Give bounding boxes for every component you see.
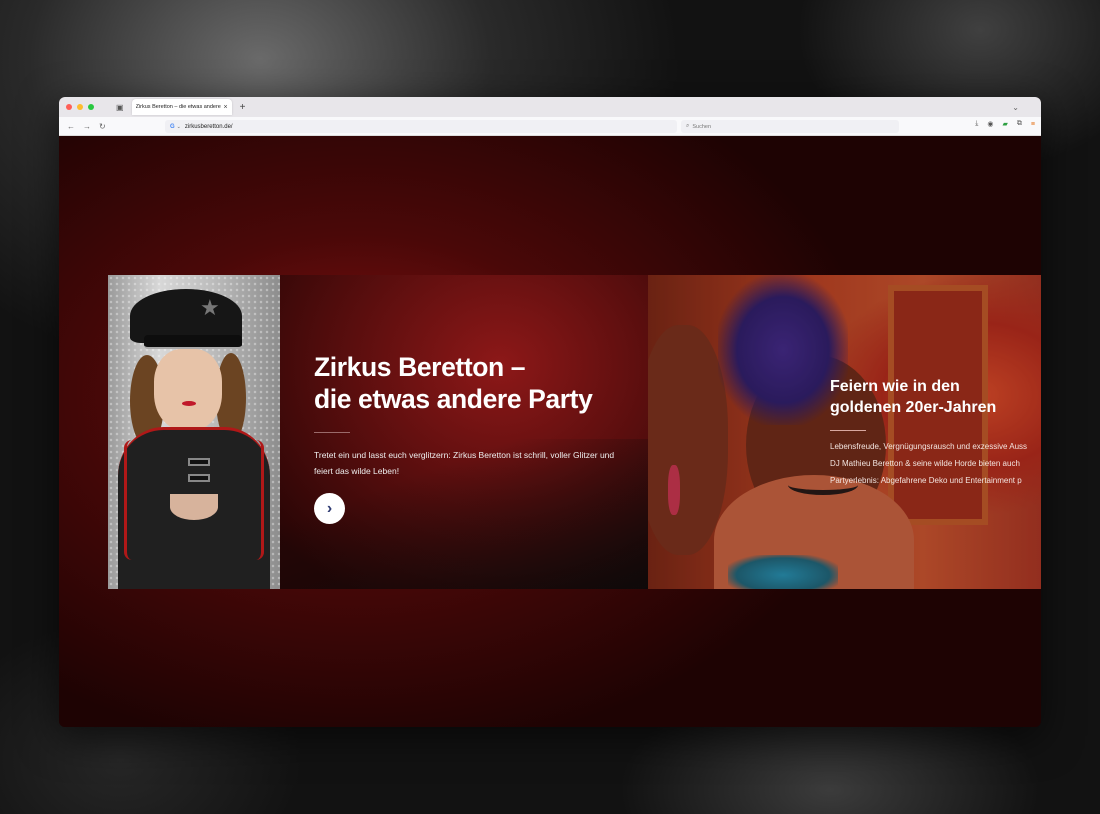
tab-bar: ▣ Zirkus Beretton – die etwas andere × +… [59,97,1041,117]
forward-icon[interactable]: → [83,122,91,131]
feature-description: Lebensfreude, Vergnügungsrausch und exze… [830,438,1041,489]
chest-cutout [170,494,218,520]
sidebar-icon[interactable]: ▣ [116,103,124,112]
hero-title-line1: Zirkus Beretton – [314,352,526,382]
feature-text-line2: DJ Mathieu Beretton & seine wilde Horde … [830,459,1020,468]
browser-window: ▣ Zirkus Beretton – die etwas andere × +… [59,97,1041,727]
hat-band [144,335,242,349]
menu-icon[interactable]: ≡ [1031,121,1035,128]
hero-text-panel: Zirkus Beretton – die etwas andere Party… [280,275,648,589]
feature-title: Feiern wie in den goldenen 20er-Jahren [830,376,1040,418]
toolbar-icons: ⤓ ◉ ▰ ⧉ ≡ [975,120,1035,128]
lips [182,401,196,406]
minimize-window-button[interactable] [77,104,83,110]
hero-slider: ★ Zirkus Beretton – die etwas andere Par… [108,275,1041,589]
buckle [188,474,210,482]
feature-text-line3: Partyerlebnis: Abgefahrene Deko und Ente… [830,476,1022,485]
new-tab-button[interactable]: + [240,102,246,113]
maximize-window-button[interactable] [88,104,94,110]
trim-right [224,440,264,560]
hero-next-button[interactable]: › [314,493,345,524]
download-icon[interactable]: ⤓ [975,120,978,128]
search-engine-icon: G [170,123,175,130]
feature-photo-party: Feiern wie in den goldenen 20er-Jahren L… [648,275,1041,589]
url-text: zirkusberetton.de/ [184,123,233,130]
close-window-button[interactable] [66,104,72,110]
tab-active[interactable]: Zirkus Beretton – die etwas andere × [131,99,232,115]
photo-overlay [648,275,1041,589]
page-content: ★ Zirkus Beretton – die etwas andere Par… [59,136,1041,727]
search-placeholder: Suchen [692,123,712,130]
face [154,349,222,431]
extensions-puzzle-icon[interactable]: ⧉ [1017,120,1022,128]
buckle [188,458,210,466]
account-icon[interactable]: ◉ [987,120,993,128]
feature-text-line1: Lebensfreude, Vergnügungsrausch und exze… [830,442,1028,451]
search-icon: ⌕ [686,123,690,129]
chevron-right-icon: › [326,499,333,517]
hero-title-line2: die etwas andere Party [314,384,593,414]
back-icon[interactable]: ← [67,122,75,131]
tab-title: Zirkus Beretton – die etwas andere [135,104,221,110]
search-input[interactable]: ⌕ Suchen [681,120,899,133]
navigation-bar: ← → ↻ G ⌄ zirkusberetton.de/ ⌕ Suchen ⤓ … [59,117,1041,136]
feature-title-line1: Feiern wie in den [830,378,960,395]
trim-left [124,440,164,560]
reload-icon[interactable]: ↻ [99,122,106,131]
tab-close-icon[interactable]: × [223,104,227,111]
divider [314,432,350,433]
extension-icon[interactable]: ▰ [1003,120,1008,128]
chevron-down-icon[interactable]: ⌄ [1012,103,1019,112]
window-controls [66,104,94,110]
hero-description: Tretet ein und lasst euch verglitzern: Z… [314,450,615,476]
address-bar[interactable]: G ⌄ zirkusberetton.de/ [165,120,677,133]
star-icon: ★ [200,295,220,320]
chevron-down-icon[interactable]: ⌄ [177,124,181,130]
hero-title: Zirkus Beretton – die etwas andere Party [314,351,634,415]
feature-title-line2: goldenen 20er-Jahren [830,399,997,416]
divider [830,430,866,431]
hero-photo-woman-in-uniform: ★ [108,275,280,589]
uniform [118,427,270,589]
